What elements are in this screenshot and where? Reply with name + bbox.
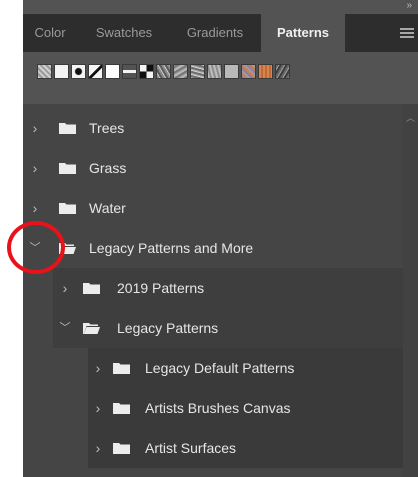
pattern-swatch-14[interactable] — [258, 64, 273, 79]
folder-icon — [59, 122, 76, 134]
tree-item-grass[interactable]: › Grass — [23, 148, 403, 188]
tab-color[interactable]: Color — [23, 14, 77, 52]
pattern-swatch-12[interactable] — [224, 64, 239, 79]
tree-item-label: Artists Brushes Canvas — [145, 400, 291, 416]
folder-icon — [113, 402, 130, 414]
pattern-swatch-1[interactable] — [37, 64, 52, 79]
tree-item-label: Legacy Patterns and More — [89, 240, 254, 256]
pattern-swatch-2[interactable] — [54, 64, 69, 79]
folder-icon — [59, 162, 76, 174]
pattern-swatch-9[interactable] — [173, 64, 188, 79]
folder-icon — [83, 282, 100, 294]
pattern-swatch-10[interactable] — [190, 64, 205, 79]
chevron-right-icon[interactable]: › — [92, 348, 104, 388]
chevron-right-icon[interactable]: › — [59, 268, 71, 308]
tree-item-legacy-default-patterns[interactable]: › Legacy Default Patterns — [88, 348, 403, 388]
tree-item-label: Grass — [89, 160, 127, 176]
folder-icon — [59, 202, 76, 214]
patterns-panel: » Color Swatches Gradients Patterns › Tr… — [23, 0, 418, 477]
folder-icon — [113, 362, 130, 374]
tree-item-trees[interactable]: › Trees — [23, 108, 403, 148]
tree-item-water[interactable]: › Water — [23, 188, 403, 228]
folder-icon — [113, 442, 130, 454]
chevron-down-icon[interactable]: ﹀ — [29, 228, 41, 268]
tree-item-label: 2019 Patterns — [117, 280, 205, 296]
chevron-right-icon[interactable]: › — [29, 148, 41, 188]
tree-item-artist-surfaces[interactable]: › Artist Surfaces — [88, 428, 403, 468]
pattern-swatch-6[interactable] — [122, 64, 137, 79]
tree-item-label: Trees — [89, 120, 125, 136]
chevron-right-icon[interactable]: › — [29, 188, 41, 228]
pattern-swatch-8[interactable] — [156, 64, 171, 79]
pattern-swatch-15[interactable] — [275, 64, 290, 79]
collapse-panel-icon[interactable]: » — [406, 1, 412, 11]
tree-item-artists-brushes-canvas[interactable]: › Artists Brushes Canvas — [88, 388, 403, 428]
pattern-swatch-7[interactable] — [139, 64, 154, 79]
chevron-right-icon[interactable]: › — [29, 108, 41, 148]
chevron-right-icon[interactable]: › — [92, 428, 104, 468]
hamburger-icon[interactable] — [400, 14, 414, 52]
open-folder-icon — [83, 322, 100, 334]
pattern-swatch-5[interactable] — [105, 64, 120, 79]
vertical-scrollbar[interactable]: ︿ — [403, 104, 418, 477]
recent-patterns-strip — [37, 64, 290, 80]
pattern-swatch-11[interactable] — [207, 64, 222, 79]
tree-item-label: Water — [89, 200, 126, 216]
tab-swatches[interactable]: Swatches — [81, 14, 167, 52]
open-folder-icon — [59, 242, 76, 254]
tree-item-legacy-patterns[interactable]: ﹀ Legacy Patterns — [53, 308, 403, 348]
tree-item-label: Legacy Default Patterns — [145, 360, 295, 376]
panel-tab-bar: Color Swatches Gradients Patterns — [23, 14, 418, 52]
tree-item-label: Legacy Patterns — [117, 320, 219, 336]
pattern-swatch-4[interactable] — [88, 64, 103, 79]
scroll-up-icon[interactable]: ︿ — [406, 111, 415, 124]
chevron-down-icon[interactable]: ﹀ — [59, 308, 71, 348]
tree-item-2019-patterns[interactable]: › 2019 Patterns — [53, 268, 403, 308]
tab-gradients[interactable]: Gradients — [171, 14, 259, 52]
pattern-swatch-3[interactable] — [71, 64, 86, 79]
pattern-swatch-13[interactable] — [241, 64, 256, 79]
tree-item-legacy-patterns-and-more[interactable]: ﹀ Legacy Patterns and More — [23, 228, 403, 268]
chevron-right-icon[interactable]: › — [92, 388, 104, 428]
tree-item-label: Artist Surfaces — [145, 440, 237, 456]
tab-patterns[interactable]: Patterns — [261, 14, 345, 52]
pattern-group-tree: › Trees › Grass › Water ﹀ Legacy Pattern… — [23, 104, 418, 477]
